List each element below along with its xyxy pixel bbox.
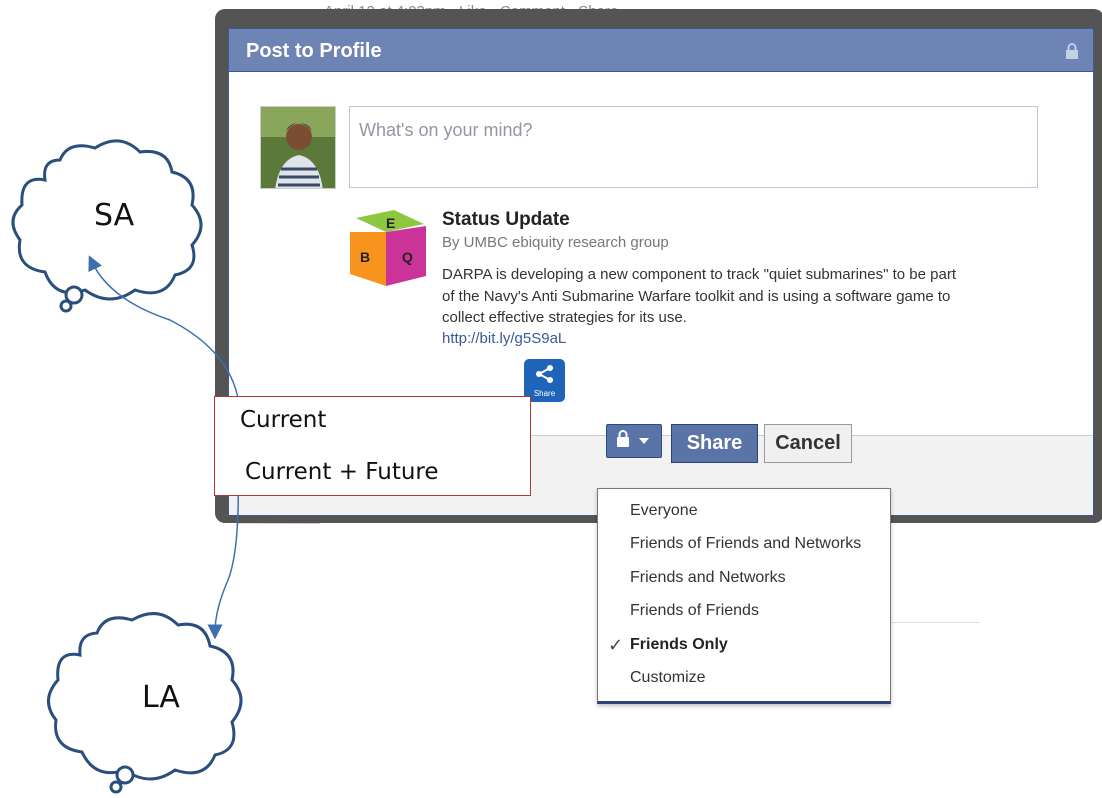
annotation-overlay: [11, 139, 243, 794]
la-cloud-label: LA: [142, 680, 180, 715]
annotation-box: Current Current + Future: [214, 396, 531, 496]
sa-cloud-label: SA: [94, 198, 135, 233]
annotation-option-current: Current: [240, 407, 327, 433]
annotation-option-current-future: Current + Future: [245, 459, 439, 485]
